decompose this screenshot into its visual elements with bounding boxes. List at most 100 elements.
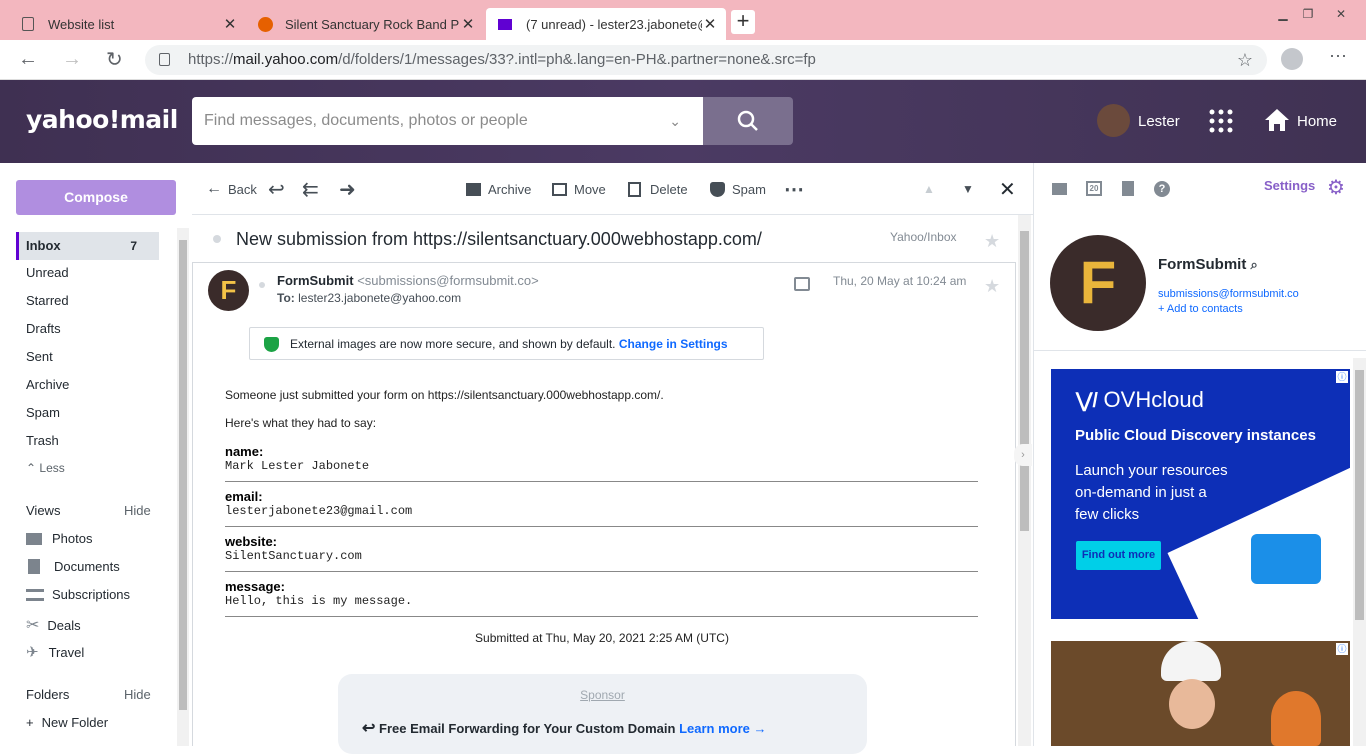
tab-website-list[interactable]: Website list ✕ xyxy=(14,8,246,40)
forward-icon[interactable]: ➜ xyxy=(339,163,356,215)
folders-hide-link[interactable]: Hide xyxy=(124,687,151,702)
add-to-contacts-link[interactable]: + Add to contacts xyxy=(1158,303,1243,315)
form-field-website: website: SilentSanctuary.com xyxy=(225,534,978,572)
home-icon[interactable] xyxy=(1264,108,1290,132)
more-menu-icon[interactable]: ⋯ xyxy=(1329,46,1347,67)
message-scrollbar[interactable] xyxy=(1018,215,1031,746)
compose-button[interactable]: Compose xyxy=(16,180,176,215)
tab-label: Website list xyxy=(48,16,115,32)
change-settings-link[interactable]: Change in Settings xyxy=(619,337,728,351)
close-message-icon[interactable]: ✕ xyxy=(999,163,1016,215)
plus-icon: + xyxy=(26,715,34,730)
form-field-name: name: Mark Lester Jabonete xyxy=(225,444,978,482)
scissors-icon: ✂ xyxy=(26,617,40,634)
sender-line[interactable]: FormSubmit <submissions@formsubmit.co> xyxy=(277,273,539,288)
sidebar-item-travel[interactable]: ✈ Travel xyxy=(26,643,84,661)
avatar[interactable] xyxy=(1097,104,1130,137)
new-tab-button[interactable]: + xyxy=(731,10,755,34)
move-button[interactable]: Move xyxy=(552,163,606,215)
apps-grid-icon[interactable] xyxy=(1209,109,1233,133)
firefox-icon xyxy=(258,16,273,32)
gear-icon[interactable]: ⚙ xyxy=(1327,178,1345,198)
sidebar-item-label: Trash xyxy=(26,433,59,448)
contact-email-link[interactable]: submissions@formsubmit.co xyxy=(1158,288,1299,300)
sender-avatar[interactable]: F xyxy=(208,270,249,311)
notepad-icon[interactable] xyxy=(1122,181,1134,196)
favorite-star-icon[interactable]: ☆ xyxy=(1237,45,1253,75)
help-icon[interactable]: ? xyxy=(1154,181,1170,197)
sidebar-item-trash[interactable]: Trash xyxy=(16,427,159,455)
star-icon[interactable]: ★ xyxy=(984,231,1000,252)
image-notice-banner: External images are now more secure, and… xyxy=(249,327,764,360)
restore-icon[interactable]: ❐ xyxy=(1296,6,1320,24)
next-message-icon[interactable]: ▼ xyxy=(962,163,974,215)
back-button[interactable]: ← Back xyxy=(206,163,257,215)
user-name[interactable]: Lester xyxy=(1138,113,1180,130)
sidebar-item-deals[interactable]: ✂ Deals xyxy=(26,615,81,635)
ad-cta-button[interactable]: Find out more xyxy=(1076,541,1161,570)
contact-name-line: FormSubmit ⌕ xyxy=(1158,256,1258,273)
contacts-icon[interactable] xyxy=(1052,183,1067,195)
ad-info-icon[interactable]: ⓘ xyxy=(1336,643,1348,655)
sidebar-scrollbar[interactable] xyxy=(177,228,189,746)
close-tab-icon[interactable]: ✕ xyxy=(460,15,476,33)
sidebar-item-inbox[interactable]: Inbox 7 xyxy=(16,232,159,260)
new-folder-button[interactable]: + New Folder xyxy=(26,715,108,730)
reply-icon[interactable]: ↩ xyxy=(268,163,285,215)
ad-info-icon[interactable]: ⓘ xyxy=(1336,371,1348,383)
reply-all-icon[interactable]: ⇇ xyxy=(302,163,319,215)
sidebar-item-photos[interactable]: Photos xyxy=(26,531,92,546)
sidebar-item-documents[interactable]: Documents xyxy=(26,559,120,574)
sidebar-item-archive[interactable]: Archive xyxy=(16,371,159,399)
sponsor-learn-more-link[interactable]: Learn more → xyxy=(679,721,766,736)
tab-yahoo-mail[interactable]: (7 unread) - lester23.jabonete@y ✕ xyxy=(486,8,726,40)
ad-chef[interactable]: ⓘ xyxy=(1051,641,1350,746)
sidebar-item-spam[interactable]: Spam xyxy=(16,399,159,427)
spam-button[interactable]: Spam xyxy=(710,163,766,215)
minimize-icon[interactable]: ▁ xyxy=(1271,6,1295,24)
star-icon[interactable]: ★ xyxy=(984,276,1000,297)
search-button[interactable] xyxy=(703,97,793,145)
sidebar-item-sent[interactable]: Sent xyxy=(16,343,159,371)
right-scrollbar[interactable] xyxy=(1353,358,1366,746)
scrollbar-thumb[interactable] xyxy=(1020,231,1029,531)
tab-silent-sanctuary[interactable]: Silent Sanctuary Rock Band Profi ✕ xyxy=(250,8,484,40)
views-hide-link[interactable]: Hide xyxy=(124,503,151,518)
search-input[interactable]: Find messages, documents, photos or peop… xyxy=(192,97,703,145)
back-arrow-icon[interactable]: ← xyxy=(18,48,38,71)
archive-button[interactable]: Archive xyxy=(466,163,531,215)
ad-ovhcloud[interactable]: ⓘ ⋁/ OVHcloud Public Cloud Discovery ins… xyxy=(1051,369,1350,619)
search-icon[interactable]: ⌕ xyxy=(1251,257,1258,272)
home-link[interactable]: Home xyxy=(1297,113,1337,130)
close-tab-icon[interactable]: ✕ xyxy=(222,15,238,33)
yahoo-mail-logo[interactable]: yahoo!mail xyxy=(26,105,178,134)
chevron-down-icon[interactable]: ⌄ xyxy=(669,97,681,145)
sidebar-item-starred[interactable]: Starred xyxy=(16,287,159,315)
delete-label: Delete xyxy=(650,181,688,197)
folder-label[interactable]: Yahoo/Inbox xyxy=(890,230,957,244)
ad-headline: Public Cloud Discovery instances xyxy=(1075,427,1316,444)
sidebar-item-drafts[interactable]: Drafts xyxy=(16,315,159,343)
right-panel: 20 ? Settings ⚙ F FormSubmit ⌕ submissio… xyxy=(1033,163,1366,746)
profile-icon[interactable] xyxy=(1281,48,1303,70)
body-intro: Someone just submitted your form on http… xyxy=(225,388,664,402)
close-window-icon[interactable]: ✕ xyxy=(1329,6,1353,24)
reload-icon[interactable]: ↻ xyxy=(106,47,123,72)
unread-dot-icon[interactable] xyxy=(213,235,221,243)
print-icon[interactable] xyxy=(794,277,810,291)
settings-link[interactable]: Settings xyxy=(1264,178,1315,193)
sidebar-item-subscriptions[interactable]: Subscriptions xyxy=(26,587,130,602)
field-name: email: xyxy=(225,489,263,504)
url-field[interactable]: https://mail.yahoo.com/d/folders/1/messa… xyxy=(145,45,1267,75)
scrollbar-thumb[interactable] xyxy=(179,240,187,710)
less-toggle[interactable]: ⌃ Less xyxy=(16,454,159,482)
forward-arrow-icon[interactable]: → xyxy=(62,48,82,71)
collapse-panel-icon[interactable]: › xyxy=(1014,444,1032,466)
calendar-icon[interactable]: 20 xyxy=(1086,181,1102,196)
close-tab-icon[interactable]: ✕ xyxy=(702,15,718,33)
scrollbar-thumb[interactable] xyxy=(1355,370,1364,620)
more-actions-icon[interactable]: ⋯ xyxy=(784,163,804,215)
sidebar-item-unread[interactable]: Unread xyxy=(16,259,159,287)
delete-button[interactable]: Delete xyxy=(628,163,688,215)
previous-message-icon[interactable]: ▲ xyxy=(923,163,935,215)
